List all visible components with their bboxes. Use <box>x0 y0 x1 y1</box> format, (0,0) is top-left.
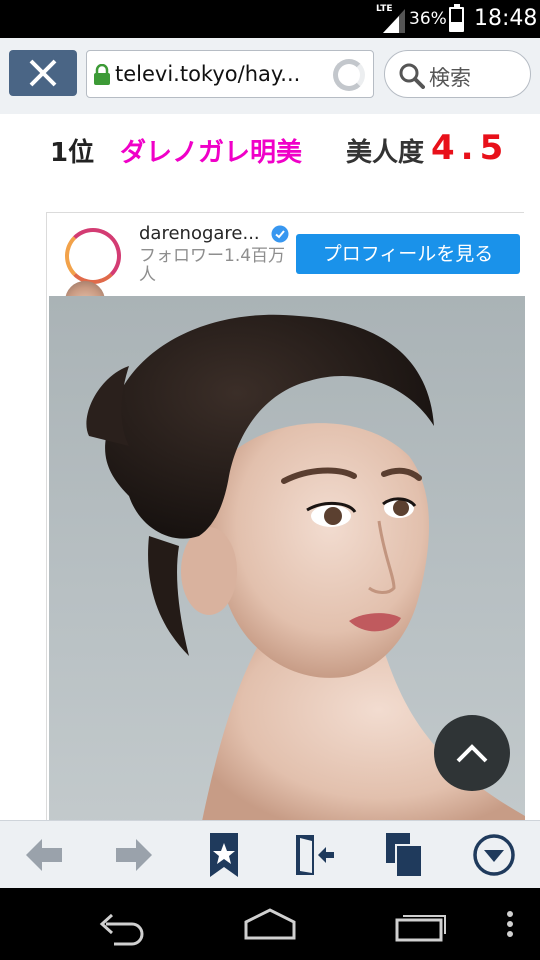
page-content[interactable]: 1位 ダレノガレ明美 美人度 4.5 darenogare... フォロワー1.… <box>0 116 540 820</box>
avatar[interactable] <box>65 228 121 284</box>
browser-toolbar: televi.tokyo/hay... 検索 <box>0 38 540 154</box>
nav-back-icon[interactable] <box>92 902 148 946</box>
loading-spinner-icon[interactable] <box>333 59 365 91</box>
nav-home-icon[interactable] <box>240 902 300 946</box>
url-text: televi.tokyo/hay... <box>115 62 301 86</box>
exit-button[interactable] <box>286 827 342 883</box>
clock: 18:48 <box>474 6 538 31</box>
beauty-label: 美人度 <box>346 138 425 168</box>
bookmark-icon <box>210 833 238 877</box>
close-icon <box>29 59 57 87</box>
nav-menu-icon[interactable] <box>504 902 516 946</box>
view-profile-button[interactable]: プロフィールを見る <box>296 234 520 274</box>
exit-door-icon <box>296 835 334 875</box>
chevron-up-icon <box>456 744 488 763</box>
lock-icon <box>94 64 110 85</box>
celebrity-name: ダレノガレ明美 <box>120 138 303 168</box>
battery-percent: 36% <box>409 9 447 29</box>
tabs-button[interactable] <box>376 827 432 883</box>
browser-bottom-toolbar <box>0 820 540 888</box>
status-bar: LTE 36% 18:48 <box>0 0 540 38</box>
url-bar[interactable]: televi.tokyo/hay... <box>86 50 374 98</box>
beauty-score: 4.5 <box>431 128 510 168</box>
instagram-username[interactable]: darenogare... <box>139 223 260 244</box>
search-icon <box>399 63 425 89</box>
tabs-icon <box>386 833 423 877</box>
forward-button[interactable] <box>106 827 162 883</box>
nav-recent-icon[interactable] <box>393 902 449 946</box>
menu-button[interactable] <box>466 827 522 883</box>
menu-down-icon <box>473 834 515 876</box>
system-navigation-bar <box>0 888 540 960</box>
verified-badge-icon <box>271 225 289 243</box>
close-button[interactable] <box>9 50 77 96</box>
rank: 1位 <box>50 138 95 168</box>
battery-icon <box>449 4 464 32</box>
forward-arrow-icon <box>116 839 152 871</box>
back-button[interactable] <box>16 827 72 883</box>
follower-count: フォロワー1.4百万人 <box>139 246 286 285</box>
back-arrow-icon <box>26 839 62 871</box>
search-placeholder: 検索 <box>429 66 471 90</box>
scroll-to-top-button[interactable] <box>434 715 510 791</box>
bookmarks-button[interactable] <box>196 827 252 883</box>
avatar-image <box>71 234 115 278</box>
search-input[interactable]: 検索 <box>384 50 531 98</box>
signal-icon <box>383 9 405 33</box>
